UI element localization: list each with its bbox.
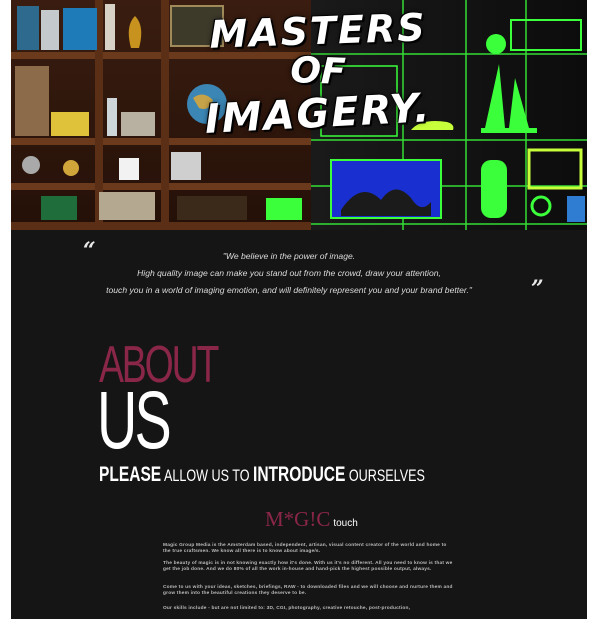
- intro-introduce: INTRODUCE: [253, 463, 346, 486]
- about-paragraph-1: Magic Group Media is the Amsterdam based…: [163, 543, 447, 554]
- quote-block: “ "We believe in the power of image. Hig…: [11, 238, 587, 302]
- hero-title-line3: IMAGERY.: [203, 85, 433, 143]
- about-paragraph-4: Our skills include - but are not limited…: [163, 606, 411, 611]
- quote-line-1: "We believe in the power of image.: [222, 251, 356, 261]
- intro-ourselves: OURSELVES: [345, 466, 425, 485]
- intro-allow: ALLOW US TO: [161, 466, 254, 485]
- hero-banner: MASTERS OF IMAGERY.: [11, 0, 587, 230]
- quote-line-2: High quality image can make you stand ou…: [137, 268, 441, 278]
- magic-logo-text: M*G!C: [265, 507, 331, 531]
- magic-touch-logo: M*G!C touch: [265, 507, 358, 532]
- close-quote-icon: ”: [531, 276, 544, 302]
- hero-title: MASTERS OF IMAGERY.: [183, 5, 453, 143]
- magic-touch-text: touch: [333, 518, 358, 529]
- quote-line-3: touch you in a world of imaging emotion,…: [106, 285, 472, 295]
- introduce-subheading: PLEASE ALLOW US TO INTRODUCE OURSELVES: [99, 464, 425, 485]
- us-heading: US: [97, 375, 172, 466]
- page: MASTERS OF IMAGERY. “ "We believe in the…: [11, 0, 587, 619]
- hero-title-line1: MASTERS: [208, 5, 428, 57]
- about-paragraph-2: The beauty of magic is in not knowing ex…: [163, 561, 453, 572]
- intro-please: PLEASE: [99, 463, 162, 486]
- about-paragraph-3: Come to us with your ideas, sketches, br…: [163, 585, 453, 596]
